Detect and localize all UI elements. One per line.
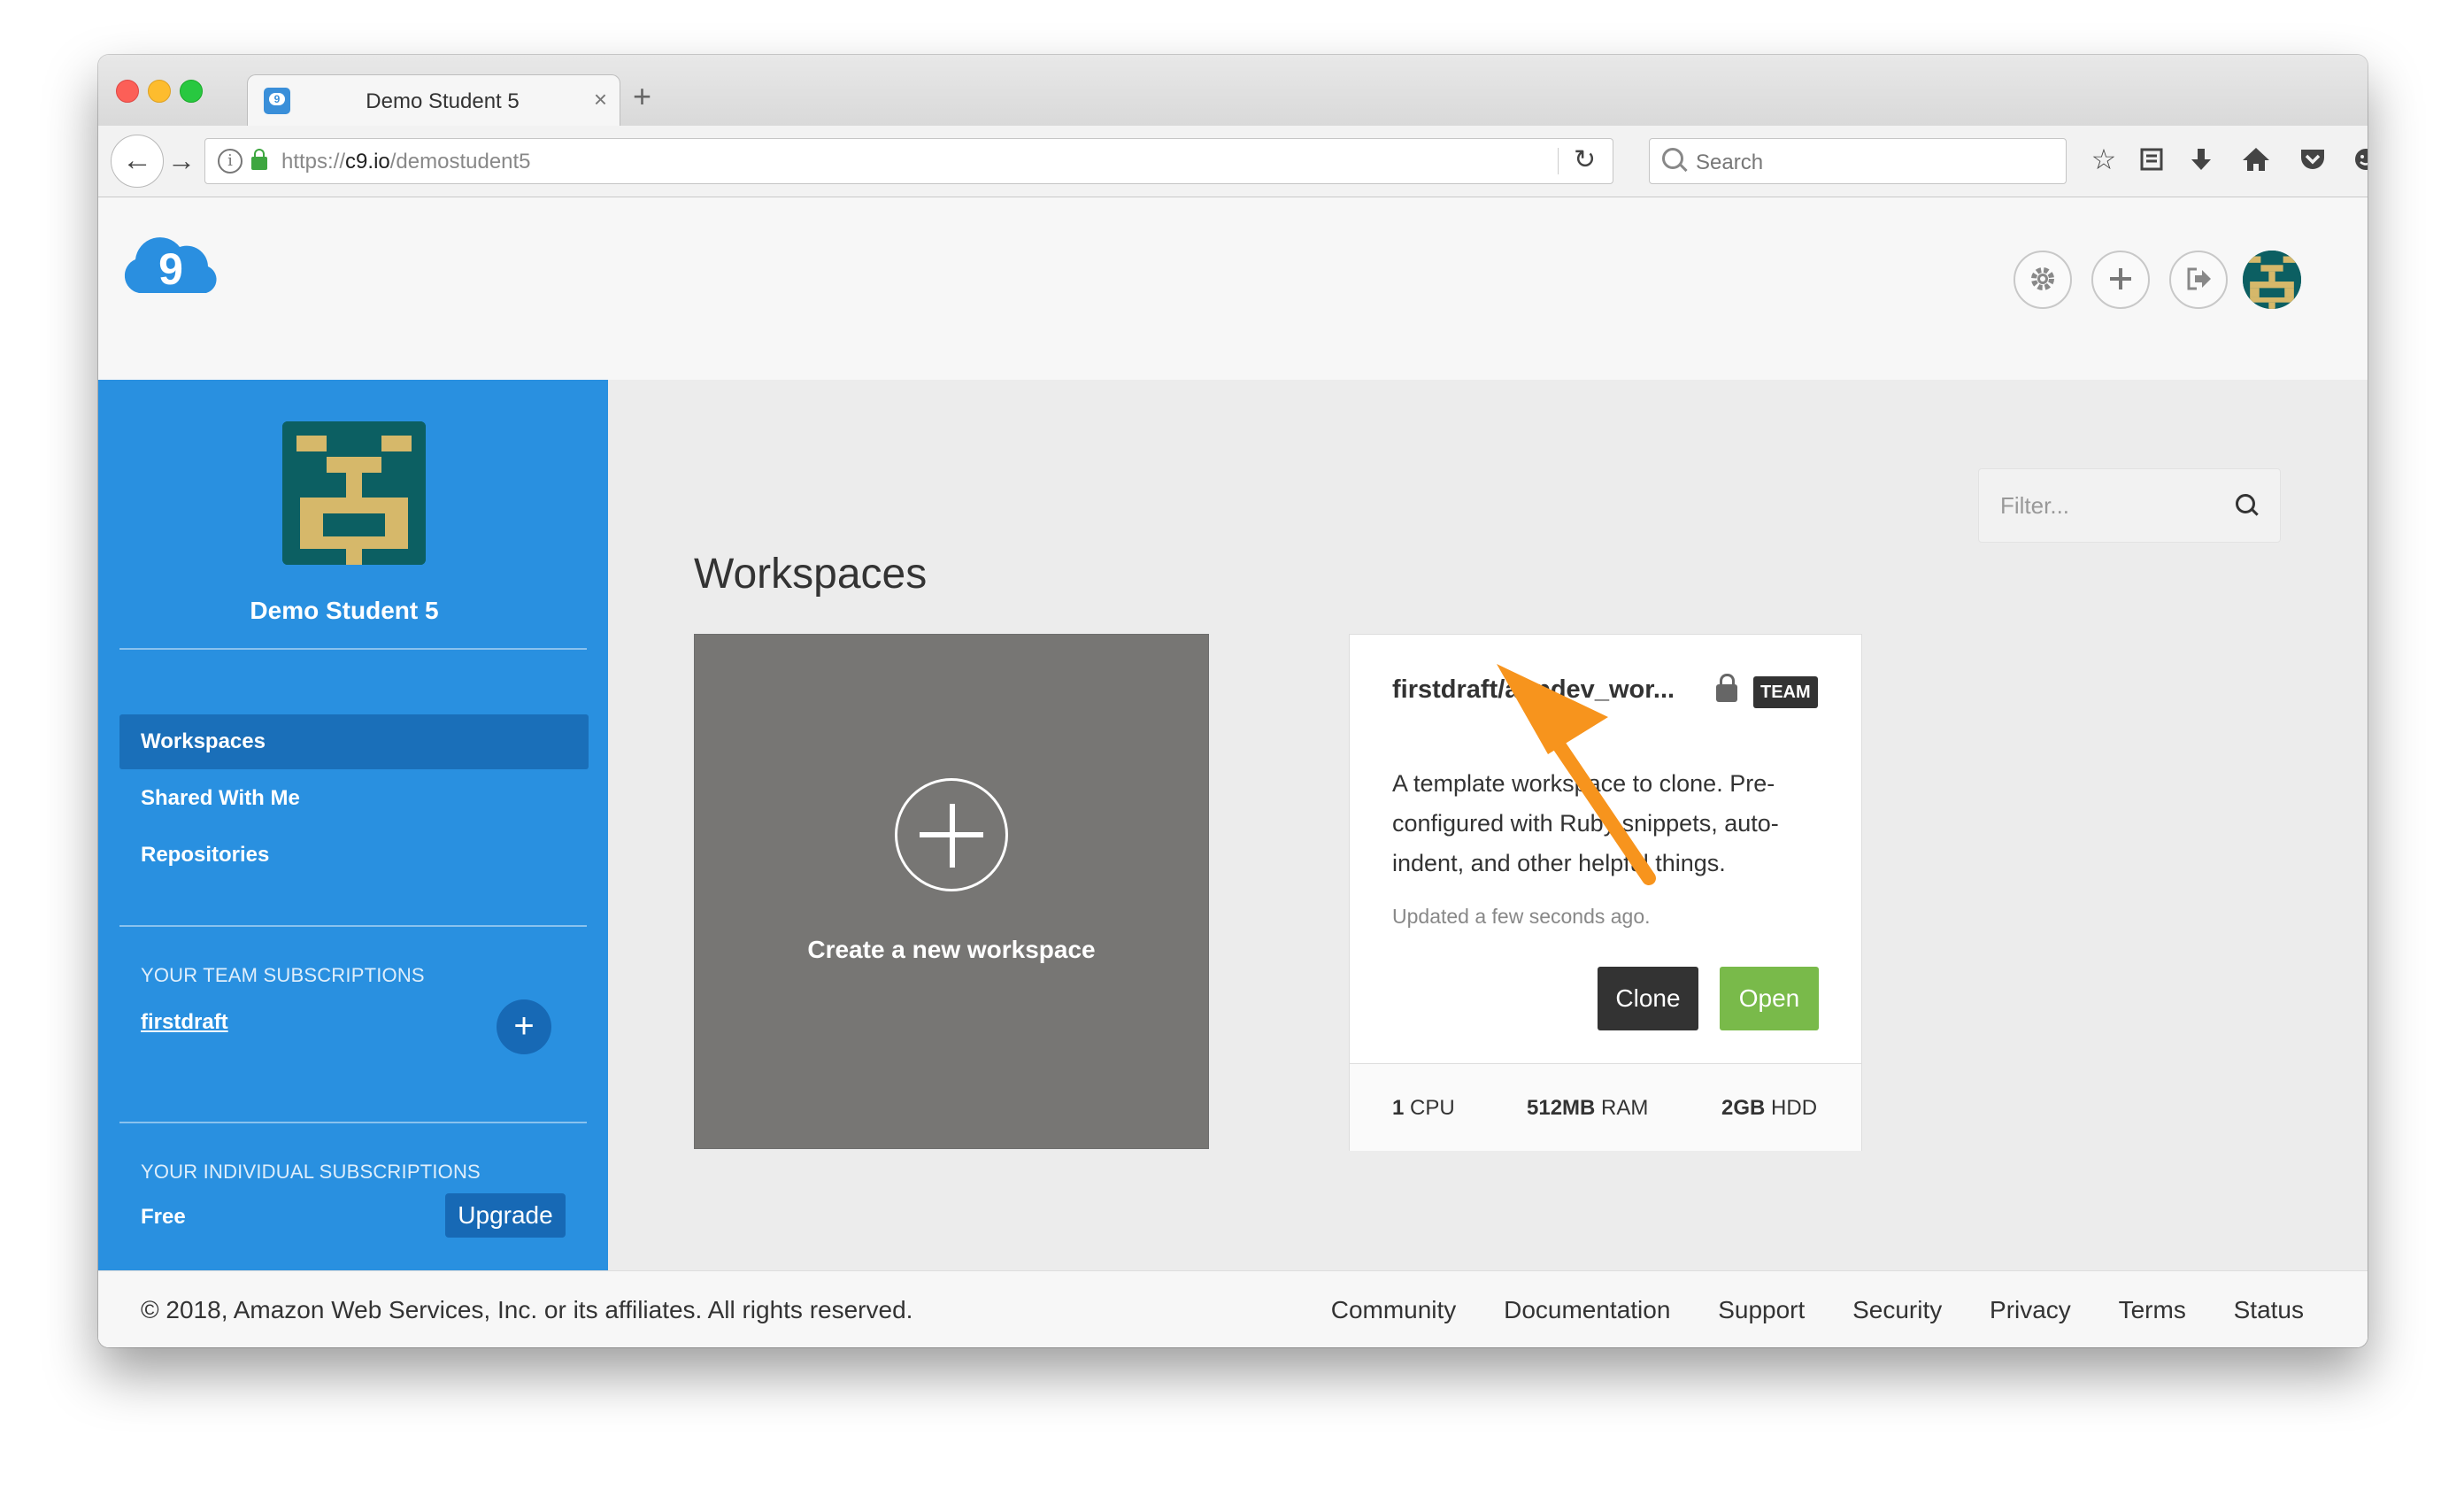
plan-name: Free: [141, 1205, 186, 1229]
workspace-card: firstdraft/appdev_wor... TEAM A template…: [1349, 634, 1862, 1151]
team-link-firstdraft[interactable]: firstdraft: [141, 1010, 228, 1035]
svg-text:9: 9: [158, 244, 183, 294]
clone-button[interactable]: Clone: [1598, 967, 1698, 1030]
browser-window: 9 Demo Student 5 × + ← → i https://c9.io…: [98, 55, 2368, 1347]
logout-icon[interactable]: [2169, 251, 2228, 309]
plus-icon[interactable]: [2091, 251, 2150, 309]
settings-icon[interactable]: [2014, 251, 2072, 309]
workspace-updated: Updated a few seconds ago.: [1392, 905, 1651, 928]
sidebar-item-workspaces[interactable]: Workspaces: [119, 714, 589, 769]
spec-cpu: 1 CPU: [1392, 1096, 1455, 1120]
open-button[interactable]: Open: [1720, 967, 1819, 1030]
cloud9-logo[interactable]: 9: [119, 231, 222, 298]
tab-bar: 9 Demo Student 5 × +: [98, 55, 2368, 127]
url-text[interactable]: https://c9.io/demostudent5: [281, 150, 531, 174]
window-maximize-button[interactable]: [180, 80, 203, 103]
footer-link-privacy[interactable]: Privacy: [1990, 1296, 2071, 1323]
download-icon[interactable]: [2183, 140, 2219, 179]
search-icon: [2236, 494, 2255, 513]
user-avatar[interactable]: [2243, 251, 2301, 309]
workspace-name[interactable]: firstdraft/appdev_wor...: [1392, 675, 1675, 705]
filter-input[interactable]: Filter...: [1978, 468, 2281, 543]
sidebar-divider: [119, 648, 587, 650]
sidebar-item-shared-with-me[interactable]: Shared With Me: [119, 771, 583, 826]
add-team-button[interactable]: +: [497, 999, 551, 1054]
team-subscriptions-heading: YOUR TEAM SUBSCRIPTIONS: [141, 964, 425, 986]
individual-subscriptions-heading: YOUR INDIVIDUAL SUBSCRIPTIONS: [141, 1161, 481, 1183]
page-title: Workspaces: [694, 551, 928, 598]
site-header: 9: [98, 197, 2368, 382]
sidebar-divider: [119, 925, 587, 927]
filter-placeholder: Filter...: [2000, 492, 2070, 519]
lock-icon: [1716, 674, 1737, 702]
sidebar-item-repositories[interactable]: Repositories: [119, 828, 583, 883]
team-badge: TEAM: [1753, 676, 1818, 708]
tab-title: Demo Student 5: [366, 89, 520, 113]
workspace-specs: 1 CPU 512MB RAM 2GB HDD: [1350, 1063, 1861, 1151]
footer-link-support[interactable]: Support: [1718, 1296, 1805, 1323]
address-bar[interactable]: i https://c9.io/demostudent5 ↻: [204, 138, 1613, 184]
upgrade-button[interactable]: Upgrade: [445, 1193, 566, 1238]
home-icon[interactable]: [2238, 140, 2274, 179]
back-icon[interactable]: ←: [111, 135, 164, 188]
c9-favicon-icon: 9: [264, 88, 290, 114]
page-content: 9 Demo Student 5 Workspaces Shared With …: [98, 197, 2368, 1347]
footer-link-status[interactable]: Status: [2234, 1296, 2304, 1323]
site-footer: © 2018, Amazon Web Services, Inc. or its…: [98, 1270, 2368, 1347]
plus-circle-icon: [895, 778, 1008, 891]
lock-icon: [251, 149, 267, 170]
footer-link-community[interactable]: Community: [1331, 1296, 1457, 1323]
footer-link-terms[interactable]: Terms: [2119, 1296, 2186, 1323]
bookmark-star-icon[interactable]: ☆: [2086, 140, 2121, 179]
browser-tab[interactable]: 9 Demo Student 5 ×: [247, 74, 620, 127]
browser-search-input[interactable]: Search: [1649, 138, 2067, 184]
url-separator: [1558, 148, 1559, 174]
spec-hdd: 2GB HDD: [1721, 1096, 1818, 1120]
smiley-icon[interactable]: [2348, 140, 2368, 179]
window-close-button[interactable]: [116, 80, 139, 103]
footer-link-documentation[interactable]: Documentation: [1504, 1296, 1670, 1323]
sidebar-divider: [119, 1122, 587, 1123]
footer-links: Community Documentation Support Security…: [1290, 1296, 2304, 1324]
main-content: Filter... Workspaces Create a new worksp…: [608, 380, 2368, 1270]
pocket-icon[interactable]: [2295, 140, 2330, 179]
profile-avatar: [282, 421, 426, 565]
search-placeholder: Search: [1696, 150, 1764, 174]
new-tab-button[interactable]: +: [633, 78, 651, 115]
create-workspace-label: Create a new workspace: [807, 936, 1096, 963]
navigation-bar: ← → i https://c9.io/demostudent5 ↻ Searc…: [98, 126, 2368, 197]
copyright-text: © 2018, Amazon Web Services, Inc. or its…: [141, 1296, 913, 1323]
reload-icon[interactable]: ↻: [1574, 144, 1596, 175]
tab-close-icon[interactable]: ×: [594, 86, 607, 113]
reading-list-icon[interactable]: [2134, 140, 2169, 179]
window-minimize-button[interactable]: [148, 80, 171, 103]
info-icon[interactable]: i: [218, 149, 243, 174]
footer-link-security[interactable]: Security: [1852, 1296, 1942, 1323]
profile-name: Demo Student 5: [250, 597, 439, 624]
spec-ram: 512MB RAM: [1527, 1096, 1649, 1120]
workspace-description: A template workspace to clone. Pre-confi…: [1392, 770, 1779, 876]
search-icon: [1662, 148, 1683, 169]
sidebar: Demo Student 5 Workspaces Shared With Me…: [98, 380, 608, 1270]
forward-icon[interactable]: →: [166, 143, 197, 177]
create-workspace-card[interactable]: Create a new workspace: [694, 634, 1209, 1149]
